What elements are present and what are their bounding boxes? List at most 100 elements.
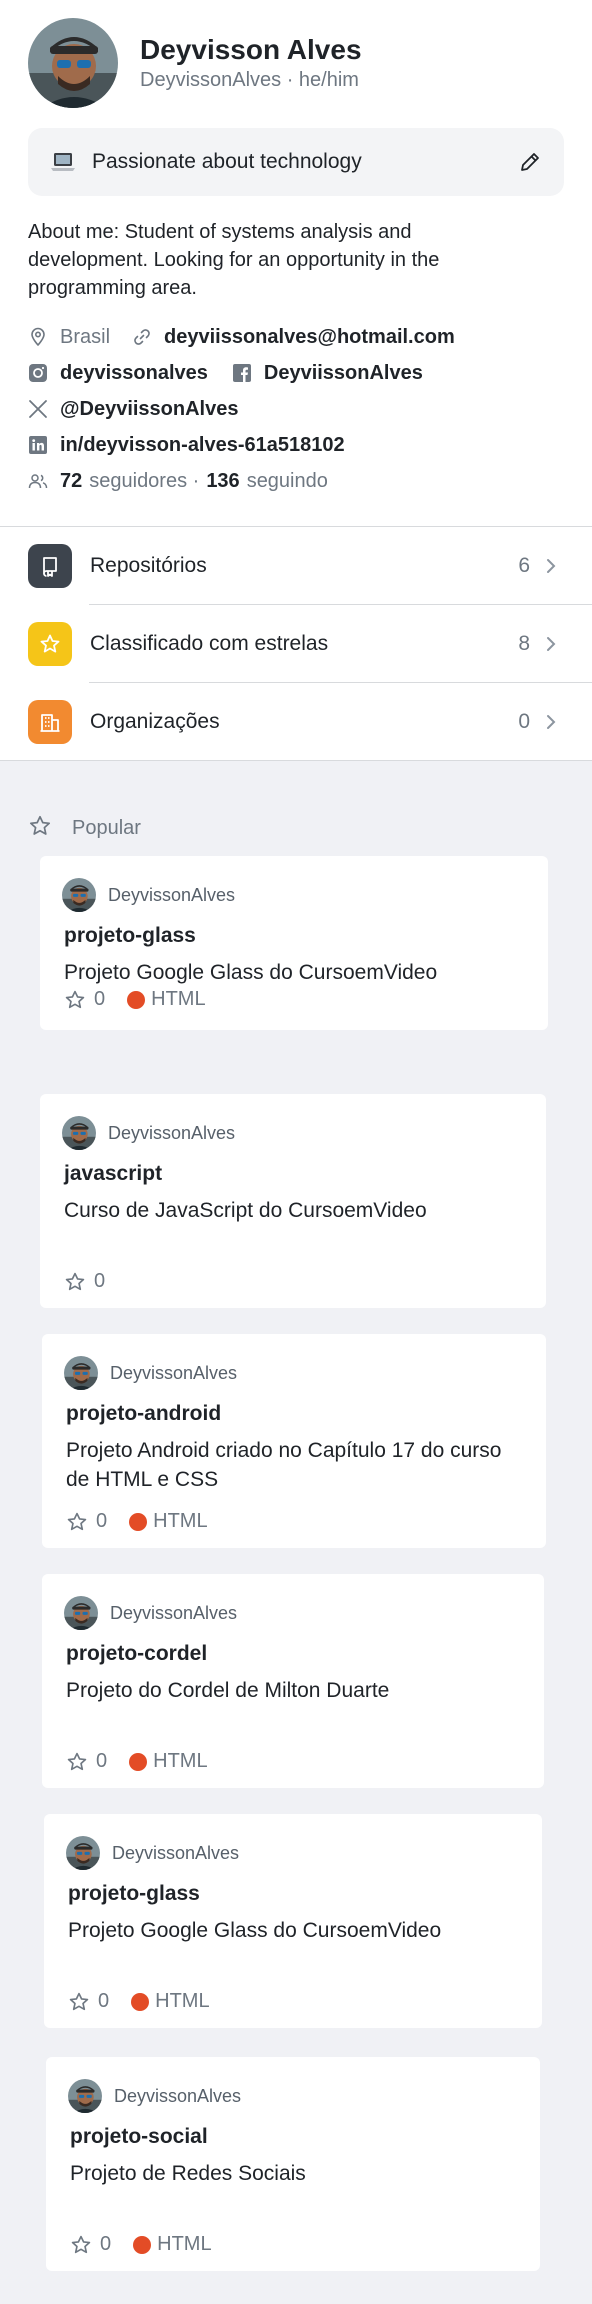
menu-item-label: Classificado com estrelas xyxy=(90,631,329,655)
avatar xyxy=(62,1116,96,1150)
repo-card[interactable]: DeyvissonAlves projeto-social Projeto de R… xyxy=(46,2057,540,2271)
repo-meta: 0 xyxy=(64,1270,105,1293)
followers-count: 72 xyxy=(60,469,83,492)
people-icon xyxy=(28,471,48,491)
repo-card[interactable]: DeyvissonAlves projeto-android Projeto And… xyxy=(42,1334,546,1548)
menu-item-count: 0 xyxy=(518,709,530,733)
repo-meta: 0 HTML xyxy=(64,988,206,1011)
star-outline-icon xyxy=(64,989,86,1011)
language-name: HTML xyxy=(153,1750,208,1772)
menu-item-organizations[interactable]: Organizações 0 xyxy=(0,683,592,760)
owner-name: DeyvissonAlves xyxy=(110,1362,238,1383)
social-row-2: @DeyviissonAlves xyxy=(28,394,238,424)
repo-meta: 0 HTML xyxy=(66,1510,208,1533)
menu-item-count: 8 xyxy=(518,631,530,655)
repo-owner: DeyvissonAlves xyxy=(66,1836,239,1870)
star-count: 0 xyxy=(96,1750,108,1772)
social-row-3: in/deyvisson-alves-61a518102 xyxy=(28,430,345,460)
location-text: Brasil xyxy=(60,325,111,348)
laptop-icon xyxy=(50,151,76,173)
link-icon xyxy=(132,327,152,347)
repo-owner: DeyvissonAlves xyxy=(64,1356,237,1390)
star-outline-icon xyxy=(28,814,52,843)
repo-card[interactable]: DeyvissonAlves projeto-glass Projeto Googl… xyxy=(44,1814,542,2028)
organization-icon xyxy=(28,699,72,744)
social-row-1: deyvissonalves DeyviissonAlves xyxy=(28,358,423,388)
avatar xyxy=(64,1596,98,1630)
menu-item-repositories[interactable]: Repositórios 6 xyxy=(0,527,592,604)
repo-card[interactable]: DeyvissonAlves projeto-glass Projeto Googl… xyxy=(40,856,548,1030)
star-outline-icon xyxy=(66,1751,88,1773)
menu-item-starred[interactable]: Classificado com estrelas 8 xyxy=(0,605,592,682)
language-color-dot xyxy=(131,1992,150,2011)
star-outline-icon xyxy=(66,1511,88,1533)
language-color-dot xyxy=(129,1752,148,1771)
language-color-dot xyxy=(133,2235,152,2254)
language-name: HTML xyxy=(151,988,206,1010)
location-icon xyxy=(28,327,48,347)
avatar xyxy=(62,878,96,912)
repo-owner: DeyvissonAlves xyxy=(68,2079,241,2113)
language-name: HTML xyxy=(157,2233,212,2255)
repo-description: Projeto Google Glass do CursoemVideo xyxy=(64,961,438,984)
repo-name[interactable]: projeto-cordel xyxy=(66,1642,207,1666)
star-outline-icon xyxy=(64,1271,86,1293)
repo-card[interactable]: DeyvissonAlves javascript Curso de JavaScr… xyxy=(40,1094,546,1308)
repo-name[interactable]: projeto-glass xyxy=(68,1882,200,1906)
x-link[interactable]: @DeyviissonAlves xyxy=(60,398,238,421)
followers-row[interactable]: 72 seguidores · 136 seguindo xyxy=(28,466,328,496)
star-count: 0 xyxy=(96,1510,108,1532)
divider xyxy=(0,760,592,761)
repo-meta: 0 HTML xyxy=(70,2233,212,2256)
repo-name[interactable]: javascript xyxy=(64,1162,162,1186)
linkedin-link[interactable]: in/deyvisson-alves-61a518102 xyxy=(60,434,345,457)
star-outline-icon xyxy=(70,2234,92,2256)
avatar xyxy=(66,1836,100,1870)
repo-card[interactable]: DeyvissonAlves projeto-cordel Projeto do C… xyxy=(42,1574,544,1788)
repo-owner: DeyvissonAlves xyxy=(64,1596,237,1630)
star-icon xyxy=(28,621,72,666)
star-count: 0 xyxy=(94,988,106,1010)
popular-label: Popular xyxy=(72,817,141,839)
status-box[interactable]: Passionate about technology xyxy=(28,128,564,196)
avatar[interactable] xyxy=(28,18,118,108)
profile-bio: About me: Student of systems analysis an… xyxy=(28,221,440,299)
pencil-icon[interactable] xyxy=(518,150,542,174)
following-count: 136 xyxy=(206,469,240,492)
popular-header: Popular xyxy=(28,814,141,843)
repo-description: Curso de JavaScript do CursoemVideo xyxy=(64,1199,427,1222)
language-name: HTML xyxy=(155,1990,210,2012)
repo-owner: DeyvissonAlves xyxy=(62,878,235,912)
facebook-link[interactable]: DeyviissonAlves xyxy=(264,362,423,385)
star-count: 0 xyxy=(94,1270,106,1292)
profile-header: Deyvisson Alves DeyvissonAlves · he/him xyxy=(28,18,362,108)
owner-name: DeyvissonAlves xyxy=(114,2085,242,2106)
avatar xyxy=(64,1356,98,1390)
facebook-icon xyxy=(232,363,252,383)
repo-meta: 0 HTML xyxy=(68,1990,210,2013)
repo-name[interactable]: projeto-android xyxy=(66,1402,221,1426)
star-count: 0 xyxy=(100,2233,112,2255)
star-outline-icon xyxy=(68,1991,90,2013)
repo-description: Projeto Google Glass do CursoemVideo xyxy=(68,1919,442,1942)
instagram-link[interactable]: deyvissonalves xyxy=(60,362,208,385)
repo-icon xyxy=(28,543,72,588)
chevron-right-icon xyxy=(544,634,558,654)
repo-name[interactable]: projeto-glass xyxy=(64,924,196,948)
repo-name[interactable]: projeto-social xyxy=(70,2125,208,2149)
menu-item-label: Repositórios xyxy=(90,553,207,577)
repo-description: Projeto do Cordel de Milton Duarte xyxy=(66,1679,390,1702)
profile-handle: DeyvissonAlves · he/him xyxy=(140,69,359,91)
owner-name: DeyvissonAlves xyxy=(112,1842,240,1863)
chevron-right-icon xyxy=(544,712,558,732)
star-count: 0 xyxy=(98,1990,110,2012)
x-icon xyxy=(28,399,48,419)
status-text: Passionate about technology xyxy=(92,150,362,173)
repo-description: Projeto Android criado no Capítulo 17 do… xyxy=(66,1439,502,1491)
location-email-row: Brasil deyviissonalves@hotmail.com xyxy=(28,322,455,352)
repo-meta: 0 HTML xyxy=(66,1750,208,1773)
email-link[interactable]: deyviissonalves@hotmail.com xyxy=(164,326,455,349)
profile-full-name: Deyvisson Alves xyxy=(140,34,362,65)
owner-name: DeyvissonAlves xyxy=(108,1122,236,1143)
chevron-right-icon xyxy=(544,556,558,576)
